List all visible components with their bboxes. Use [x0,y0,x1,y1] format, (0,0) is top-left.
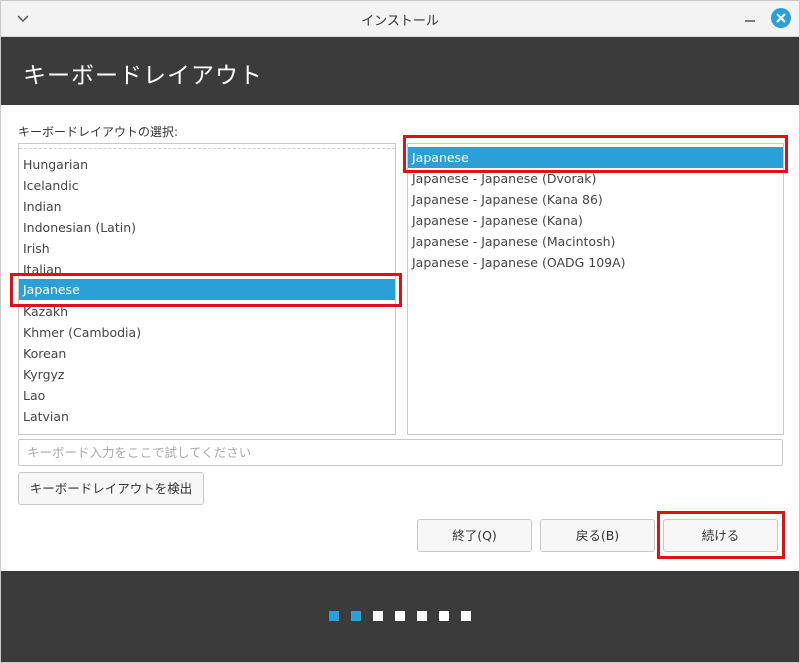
progress-dot-3 [373,611,383,621]
minimize-icon[interactable] [741,9,759,27]
keyboard-variant-list[interactable]: Japanese Japanese - Japanese (Dvorak) Ja… [407,143,784,435]
window-title: インストール [361,14,439,29]
list-item[interactable]: Indian [19,196,395,217]
variant-item[interactable]: Japanese - Japanese (Kana) [408,210,783,231]
installer-window: インストール キーボードレイアウト キーボードレイアウトの選択: Hungari… [0,0,800,663]
list-item[interactable]: Lao [19,385,395,406]
list-item[interactable]: Khmer (Cambodia) [19,322,395,343]
list-item[interactable]: Italian [19,259,395,280]
variant-item-selected[interactable]: Japanese [408,147,783,168]
layout-select-label: キーボードレイアウトの選択: [18,125,179,139]
progress-dot-6 [439,611,449,621]
list-item[interactable]: Icelandic [19,175,395,196]
list-item[interactable]: Kazakh [19,301,395,322]
close-button[interactable] [771,8,791,28]
back-button[interactable]: 戻る(B) [540,519,655,552]
progress-footer [1,571,799,662]
progress-dot-5 [417,611,427,621]
list-item[interactable]: Latvian [19,406,395,427]
page-header: キーボードレイアウト [1,37,799,105]
variant-item[interactable]: Japanese - Japanese (Kana 86) [408,189,783,210]
keyboard-language-list[interactable]: Hungarian Icelandic Indian Indonesian (L… [18,143,396,435]
list-item[interactable]: Hungarian [19,154,395,175]
keyboard-test-input[interactable] [18,439,783,466]
detect-layout-button[interactable]: キーボードレイアウトを検出 [18,472,204,505]
list-item[interactable]: Kyrgyz [19,364,395,385]
list-item[interactable]: Korean [19,343,395,364]
close-icon [776,13,786,23]
list-scroll-edge [19,148,395,149]
list-item-selected[interactable]: Japanese [19,279,395,300]
list-item[interactable]: Indonesian (Latin) [19,217,395,238]
progress-dot-2 [351,611,361,621]
progress-dot-1 [329,611,339,621]
quit-button[interactable]: 終了(Q) [417,519,532,552]
page-title: キーボードレイアウト [23,63,263,89]
title-bar: インストール [1,1,799,37]
variant-item[interactable]: Japanese - Japanese (Macintosh) [408,231,783,252]
continue-button[interactable]: 続ける [663,519,778,552]
progress-dot-7 [461,611,471,621]
list-item[interactable]: Irish [19,238,395,259]
variant-item[interactable]: Japanese - Japanese (OADG 109A) [408,252,783,273]
variant-item[interactable]: Japanese - Japanese (Dvorak) [408,168,783,189]
progress-dot-4 [395,611,405,621]
